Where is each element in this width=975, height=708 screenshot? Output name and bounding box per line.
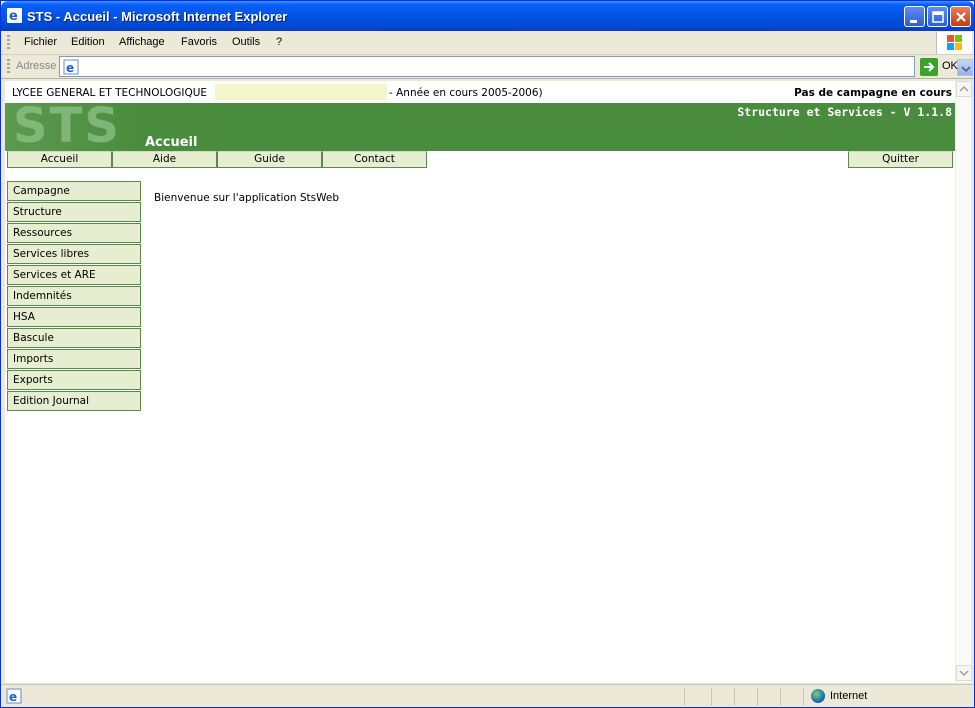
nav-accueil[interactable]: Accueil (7, 151, 112, 168)
vertical-scrollbar[interactable] (955, 81, 972, 683)
menu-help[interactable]: ? (276, 36, 282, 48)
status-pane (684, 688, 685, 705)
sidebar-item-services-libres[interactable]: Services libres (7, 244, 141, 264)
maximize-icon (932, 11, 944, 23)
app-banner: STS Accueil Structure et Services - V 1.… (5, 103, 955, 151)
nav-aide[interactable]: Aide (112, 151, 217, 168)
menu-bar: Fichier Edition Affichage Favoris Outils… (1, 31, 974, 55)
quit-button[interactable]: Quitter (848, 151, 953, 168)
chevron-down-icon (959, 670, 969, 677)
close-icon (956, 12, 966, 22)
go-arrow-icon (920, 58, 938, 76)
sidebar-item-hsa[interactable]: HSA (7, 307, 141, 327)
address-label: Adresse (16, 60, 57, 72)
sts-logo-text: STS (13, 103, 121, 151)
status-pane (803, 688, 804, 705)
status-bar: e Internet (1, 684, 974, 707)
sidebar-item-campagne[interactable]: Campagne (7, 181, 141, 201)
sidebar-item-imports[interactable]: Imports (7, 349, 141, 369)
maximize-button[interactable] (927, 6, 948, 27)
svg-text:e: e (9, 9, 18, 23)
page-title: Accueil (145, 135, 198, 150)
sidebar-item-bascule[interactable]: Bascule (7, 328, 141, 348)
sidebar-item-structure[interactable]: Structure (7, 202, 141, 222)
sidebar-item-exports[interactable]: Exports (7, 370, 141, 390)
nav-guide[interactable]: Guide (217, 151, 322, 168)
svg-text:e: e (66, 61, 74, 75)
ie-icon: e (7, 8, 22, 23)
title-bar[interactable]: e STS - Accueil - Microsoft Internet Exp… (1, 1, 974, 31)
school-type: LYCEE GENERAL ET TECHNOLOGIQUE (12, 87, 208, 99)
address-bar: Adresse e OK (1, 55, 974, 79)
internet-globe-icon (811, 689, 825, 703)
toolbar-grip[interactable] (7, 59, 10, 75)
sidebar-item-edition-journal[interactable]: Edition Journal (7, 391, 141, 411)
toolbar-grip[interactable] (7, 35, 10, 51)
sidebar-item-ressources[interactable]: Ressources (7, 223, 141, 243)
sts-logo: STS (5, 103, 141, 151)
windows-flag-icon (947, 35, 962, 50)
sidebar-item-indemnites[interactable]: Indemnités (7, 286, 141, 306)
menu-fichier[interactable]: Fichier (24, 36, 57, 48)
status-pane (757, 688, 758, 705)
scroll-down-button[interactable] (956, 665, 972, 681)
window-title: STS - Accueil - Microsoft Internet Explo… (27, 9, 288, 24)
menu-favoris[interactable]: Favoris (181, 36, 217, 48)
top-navigation: Accueil Aide Guide Contact Quitter (5, 151, 955, 168)
windows-logo (936, 32, 972, 54)
sidebar-item-services-are[interactable]: Services et ARE (7, 265, 141, 285)
menu-outils[interactable]: Outils (232, 36, 260, 48)
menu-edition[interactable]: Edition (71, 36, 105, 48)
menu-affichage[interactable]: Affichage (119, 36, 165, 48)
campaign-status: Pas de campagne en cours (794, 87, 952, 99)
page-status-icon: e (6, 688, 22, 704)
address-input[interactable]: e (59, 56, 973, 77)
page-icon: e (63, 59, 79, 75)
security-zone-label: Internet (830, 690, 868, 702)
page-viewport: LYCEE GENERAL ET TECHNOLOGIQUE - Année e… (5, 81, 955, 683)
welcome-message: Bienvenue sur l'application StsWeb (154, 192, 340, 204)
status-pane (734, 688, 735, 705)
school-name-highlight (215, 84, 387, 100)
app-version: Structure et Services - V 1.1.8 (737, 105, 952, 119)
close-button[interactable] (950, 6, 971, 27)
browser-window: e STS - Accueil - Microsoft Internet Exp… (0, 0, 975, 708)
scroll-up-button[interactable] (956, 81, 972, 97)
chevron-up-icon (959, 85, 969, 92)
go-button[interactable]: OK (920, 57, 970, 77)
minimize-button[interactable] (904, 6, 925, 27)
status-pane (780, 688, 781, 705)
status-pane (711, 688, 712, 705)
minimize-icon (910, 20, 917, 23)
nav-contact[interactable]: Contact (322, 151, 427, 168)
go-label: OK (942, 60, 958, 72)
svg-text:e: e (9, 690, 17, 704)
school-year: - Année en cours 2005-2006) (389, 87, 543, 99)
